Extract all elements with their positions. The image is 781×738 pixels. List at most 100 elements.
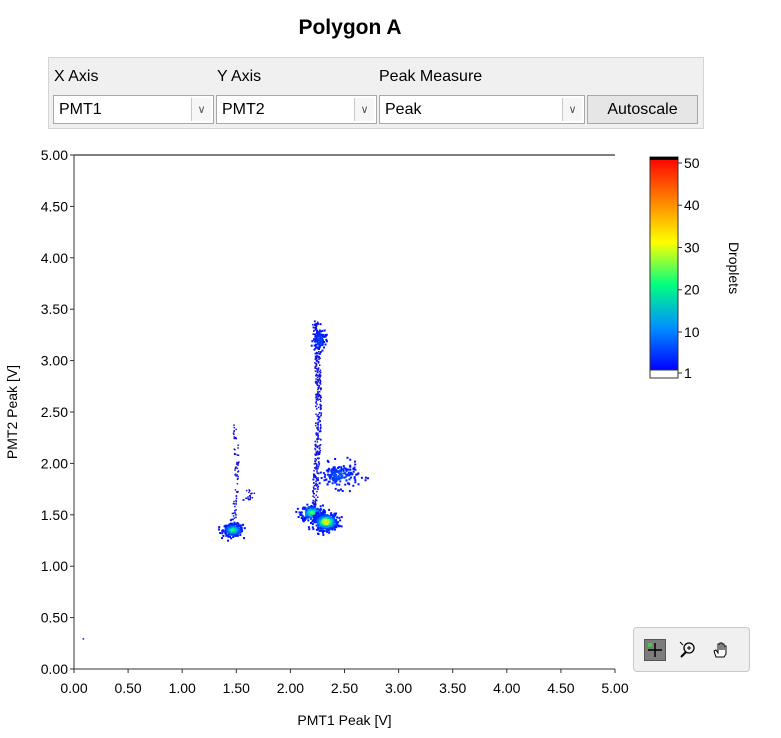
data-point (316, 367, 318, 370)
data-point (316, 438, 319, 440)
data-point (218, 526, 221, 529)
data-point (321, 349, 324, 352)
data-point (221, 537, 224, 540)
data-point (316, 383, 318, 386)
data-point (234, 467, 237, 470)
data-point (317, 488, 319, 491)
data-point (315, 482, 317, 485)
data-point (342, 465, 345, 468)
data-point (236, 526, 239, 529)
data-point (310, 505, 313, 508)
colorbar-underflow (649, 369, 679, 379)
data-point (318, 430, 321, 433)
data-point (315, 365, 318, 367)
data-point (322, 525, 325, 528)
data-point (352, 467, 355, 470)
data-point (349, 458, 352, 461)
data-point (319, 508, 322, 511)
data-point (352, 484, 355, 487)
data-point (253, 492, 256, 495)
data-point (321, 520, 324, 523)
data-point (303, 518, 306, 521)
x-tick-label: 3.00 (385, 680, 412, 696)
data-point (299, 513, 302, 516)
zoom-icon[interactable] (677, 639, 699, 661)
data-point (319, 371, 321, 373)
data-point (319, 323, 322, 326)
data-point (336, 470, 339, 473)
hand-pan-icon[interactable] (709, 639, 731, 661)
data-point (323, 346, 326, 349)
data-point (313, 469, 315, 472)
data-point (311, 511, 314, 514)
data-point (315, 373, 318, 375)
data-point (316, 376, 319, 379)
data-point (313, 320, 316, 323)
data-point (321, 531, 324, 534)
data-point (340, 467, 343, 470)
chart-axes: 0.00 0.50 1.00 1.50 2.00 2.50 3.00 3.50 4.00 4.50… (4, 147, 629, 728)
data-point (318, 350, 320, 353)
data-point (349, 464, 352, 467)
data-point (248, 491, 250, 494)
data-point (331, 482, 334, 485)
data-point (315, 424, 317, 427)
data-point (326, 459, 329, 462)
data-point (318, 482, 321, 485)
data-point (364, 476, 367, 479)
data-point (320, 414, 322, 417)
data-point (317, 418, 320, 421)
plot-area[interactable] (82, 320, 369, 640)
data-point (347, 482, 350, 485)
data-point (235, 475, 237, 477)
data-point (234, 511, 236, 514)
data-point (243, 527, 246, 530)
data-point (338, 477, 341, 480)
data-point (306, 513, 309, 516)
data-point (322, 516, 325, 519)
data-point (319, 369, 322, 372)
data-point (251, 497, 254, 499)
data-point (230, 537, 233, 540)
data-point (318, 358, 320, 361)
data-point (315, 484, 317, 486)
data-point (334, 487, 337, 490)
data-point (311, 506, 314, 509)
data-point (315, 494, 317, 497)
data-point (249, 496, 252, 499)
data-point (317, 467, 319, 470)
data-point (238, 530, 241, 533)
data-point (317, 454, 319, 456)
data-point (311, 340, 314, 343)
crosshair-cursor-icon[interactable] (644, 639, 666, 661)
data-point (330, 527, 333, 530)
data-point (323, 341, 326, 344)
data-point (317, 421, 319, 424)
data-point (318, 384, 321, 387)
colorbar-tick-label: 50 (684, 155, 700, 171)
data-point (316, 515, 319, 518)
data-point (225, 528, 228, 531)
data-point (366, 477, 369, 480)
colorbar-gradient[interactable] (649, 156, 679, 371)
color-scale[interactable]: 1 10 20 30 40 50 Droplets (649, 155, 742, 381)
data-point (315, 380, 317, 383)
data-point (307, 526, 310, 529)
data-point (315, 351, 318, 354)
data-point (315, 459, 318, 461)
data-point (317, 461, 320, 464)
data-point (312, 495, 314, 497)
data-point (320, 527, 323, 530)
colorbar-tick-label: 10 (684, 324, 700, 340)
colorbar-tick-label: 20 (684, 282, 700, 298)
y-tick-label: 5.00 (41, 147, 68, 163)
data-point (315, 397, 317, 399)
data-point (233, 426, 236, 429)
data-point (229, 528, 232, 531)
data-point (329, 522, 332, 525)
data-point (327, 468, 330, 471)
data-point (234, 505, 236, 508)
data-point (314, 370, 317, 372)
data-point (316, 427, 319, 430)
y-tick-label: 1.00 (41, 558, 68, 574)
